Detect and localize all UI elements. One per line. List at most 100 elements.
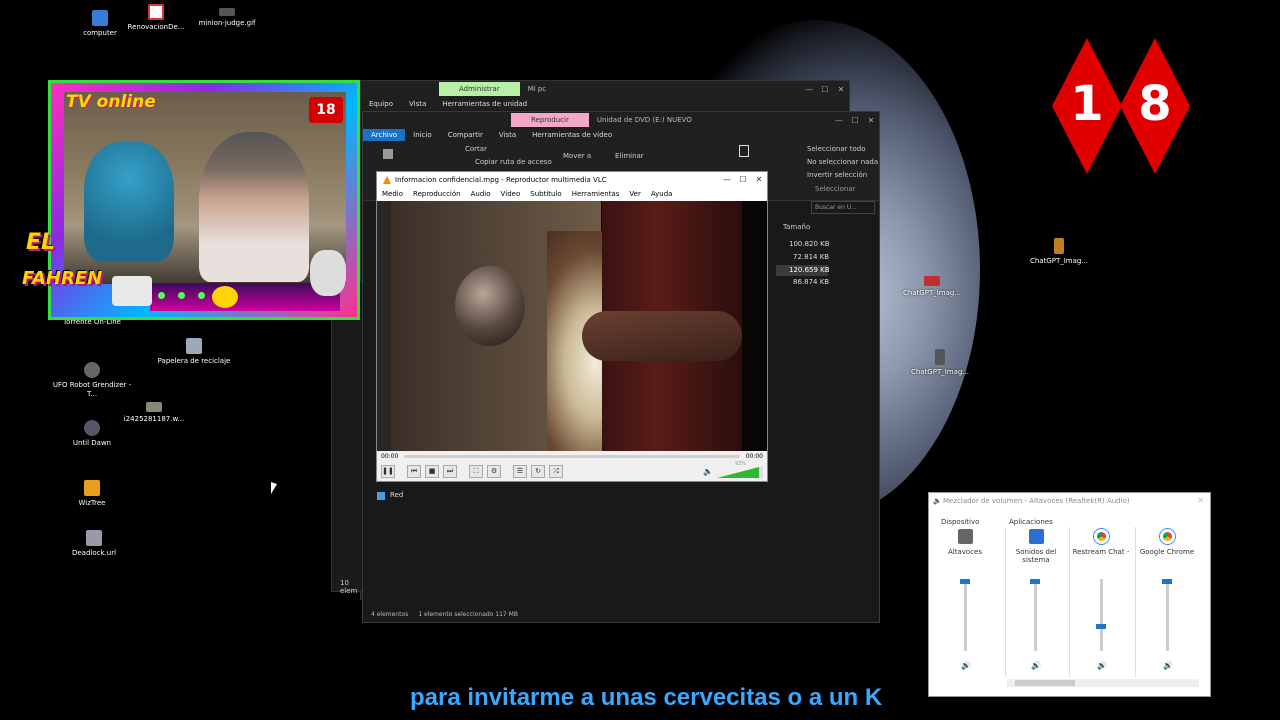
maximize-button[interactable]: ☐ xyxy=(847,116,863,125)
scrollbar-thumb[interactable] xyxy=(1015,680,1075,686)
horizontal-scrollbar[interactable] xyxy=(1007,679,1199,687)
desktop-icon-chatgpt-2[interactable]: ChatGPT_Imag... xyxy=(887,276,977,298)
properties-icon[interactable] xyxy=(739,145,749,157)
volume-slider-chrome[interactable] xyxy=(1162,579,1172,651)
menu-subtitulo[interactable]: Subtítulo xyxy=(525,190,566,198)
chatgpt-image-icon-3 xyxy=(935,349,945,365)
playlist-button[interactable]: ☰ xyxy=(513,464,527,478)
tab-vista[interactable]: Vista xyxy=(401,98,434,110)
volume-slider-altavoces[interactable] xyxy=(960,579,970,651)
desktop-icon-gif[interactable]: minion-judge.gif xyxy=(182,8,272,28)
menu-ver[interactable]: Ver xyxy=(624,190,645,198)
size-cell: 72.814 KB xyxy=(793,253,830,261)
menu-video[interactable]: Vídeo xyxy=(496,190,526,198)
minimize-button[interactable]: — xyxy=(719,175,735,184)
streamer-person xyxy=(199,132,309,282)
slider-thumb[interactable] xyxy=(1096,623,1106,629)
tab-compartir[interactable]: Compartir xyxy=(440,129,491,141)
slider-thumb[interactable] xyxy=(1030,579,1040,584)
minimize-button[interactable]: — xyxy=(801,85,817,94)
volume-percent: 93% xyxy=(735,461,747,467)
close-button[interactable]: ✕ xyxy=(751,175,767,184)
nav-item-red[interactable]: Red xyxy=(390,491,403,499)
move-to-button[interactable]: Mover a xyxy=(563,152,591,160)
plush-toy xyxy=(84,142,174,262)
stop-button[interactable]: ■ xyxy=(425,464,439,478)
chrome-icon xyxy=(1159,529,1175,544)
hand-with-keys xyxy=(582,311,742,361)
speaker-icon[interactable]: 🔈 xyxy=(703,467,713,476)
recycle-bin-icon xyxy=(186,338,202,354)
search-input[interactable]: Buscar en U... xyxy=(811,201,875,214)
mute-button[interactable]: 🔊 xyxy=(1031,661,1041,670)
size-column-header[interactable]: Tamaño xyxy=(783,223,810,231)
speaker-device-icon xyxy=(957,529,973,544)
tab-herramientas-de-video[interactable]: Herramientas de vídeo xyxy=(524,129,620,141)
close-button[interactable]: ✕ xyxy=(863,116,879,125)
menu-herramientas[interactable]: Herramientas xyxy=(567,190,625,198)
pin-icon[interactable] xyxy=(383,149,393,159)
desktop-icon-wiztree[interactable]: WizTree xyxy=(47,480,137,508)
tab-vista[interactable]: Vista xyxy=(491,129,524,141)
mute-button[interactable]: 🔊 xyxy=(1097,661,1107,670)
tab-herramientas-de-unidad[interactable]: Herramientas de unidad xyxy=(434,98,535,110)
loop-button[interactable]: ↻ xyxy=(531,464,545,478)
minimize-button[interactable]: — xyxy=(831,116,847,125)
maximize-button[interactable]: ☐ xyxy=(817,85,833,94)
slider-thumb[interactable] xyxy=(960,579,970,584)
menu-reproduccion[interactable]: Reproducción xyxy=(408,190,466,198)
slider-thumb[interactable] xyxy=(1162,579,1172,584)
wiztree-icon xyxy=(84,480,100,496)
desktop-icon-chatgpt-3[interactable]: ChatGPT_Imag... xyxy=(895,349,985,377)
seek-bar[interactable] xyxy=(404,454,740,458)
next-button[interactable]: ⏭ xyxy=(443,464,457,478)
select-none-button[interactable]: No seleccionar nada xyxy=(807,158,878,166)
desktop-icon-chatgpt-1[interactable]: ChatGPT_Imag... xyxy=(1014,238,1104,266)
vlc-window[interactable]: Informacion confidencial.mpg - Reproduct… xyxy=(376,171,768,482)
select-all-button[interactable]: Seleccionar todo xyxy=(807,145,866,153)
previous-button[interactable]: ⏮ xyxy=(407,464,421,478)
desktop-icon-ufo-robot[interactable]: UFO Robot Grendizer - T... xyxy=(47,362,137,399)
vlc-title: Informacion confidencial.mpg - Reproduct… xyxy=(395,175,607,184)
play-pause-button[interactable]: ❚❚ xyxy=(381,464,395,478)
time-elapsed: 00:00 xyxy=(381,452,399,460)
context-tab-reproducir[interactable]: Reproducir xyxy=(511,113,589,127)
menu-medio[interactable]: Medio xyxy=(377,190,408,198)
channel-system-sounds: Sonidos del sistema xyxy=(1006,529,1066,564)
volume-mixer-window[interactable]: 🔈 Mezclador de volumen - Altavoces (Real… xyxy=(928,492,1211,697)
size-cell: 86.874 KB xyxy=(793,278,830,286)
volume-slider-restream[interactable] xyxy=(1096,579,1106,651)
maximize-button[interactable]: ☐ xyxy=(735,175,751,184)
close-button[interactable]: ✕ xyxy=(833,85,849,94)
extended-settings-button[interactable]: ⚙ xyxy=(487,464,501,478)
video-frame[interactable] xyxy=(377,201,767,451)
status-bar: 4 elementos 1 elemento seleccionado 117 … xyxy=(363,607,879,623)
mute-button[interactable]: 🔊 xyxy=(961,661,971,670)
gif-file-icon xyxy=(219,8,235,16)
fahren-logo-text: FAHREN xyxy=(22,268,103,289)
mute-button[interactable]: 🔊 xyxy=(1163,661,1173,670)
menu-audio[interactable]: Audio xyxy=(466,190,496,198)
shuffle-button[interactable]: ⤮ xyxy=(549,464,563,478)
context-tab-administrar[interactable]: Administrar xyxy=(439,82,520,96)
chatgpt-image-icon-1 xyxy=(1054,238,1064,254)
volume-slider-system[interactable] xyxy=(1030,579,1040,651)
mouse-cursor xyxy=(271,482,277,494)
close-button[interactable]: ✕ xyxy=(1197,496,1204,505)
copy-path-button[interactable]: Copiar ruta de acceso xyxy=(475,158,552,166)
window-title: Mi pc xyxy=(527,85,547,93)
channel-google-chrome: Google Chrome xyxy=(1137,529,1197,556)
desktop-icon-recycle-bin[interactable]: Papelera de reciclaje xyxy=(149,338,239,366)
tab-equipo[interactable]: Equipo xyxy=(361,98,401,110)
astronaut-icon xyxy=(310,250,346,296)
fullscreen-button[interactable]: ⛶ xyxy=(469,464,483,478)
desktop-icon-deadlock[interactable]: Deadlock.url xyxy=(49,530,139,558)
tab-archivo[interactable]: Archivo xyxy=(363,128,406,141)
tab-inicio[interactable]: Inicio xyxy=(405,129,440,141)
desktop-icon-until-dawn[interactable]: Until Dawn xyxy=(47,420,137,448)
volume-slider[interactable]: 93% xyxy=(717,461,763,478)
menu-ayuda[interactable]: Ayuda xyxy=(646,190,678,198)
delete-button[interactable]: Eliminar xyxy=(615,152,644,160)
invert-selection-button[interactable]: Invertir selección xyxy=(807,171,867,179)
cut-button[interactable]: Cortar xyxy=(465,145,487,153)
